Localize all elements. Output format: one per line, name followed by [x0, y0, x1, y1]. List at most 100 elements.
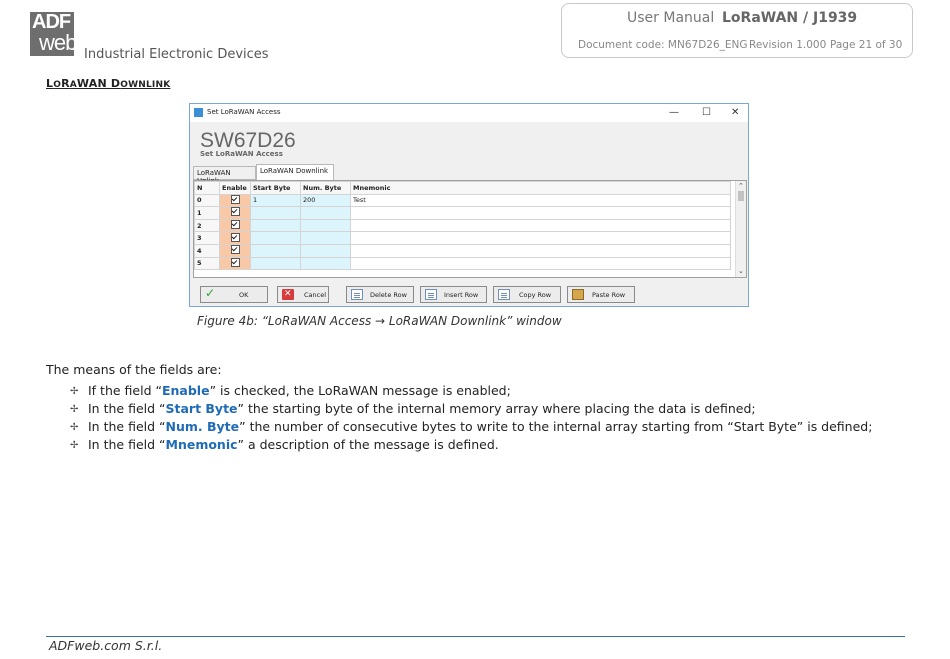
mnemonic-cell[interactable]: [350, 206, 731, 220]
scroll-down-icon[interactable]: ⌄: [738, 267, 744, 275]
bullet-icon: ✢: [70, 404, 79, 415]
app-subtitle: Set LoRaWAN Access: [200, 150, 283, 158]
mnemonic-cell[interactable]: [350, 256, 731, 271]
enable-checkbox[interactable]: [230, 207, 240, 217]
delete-row-label: Delete Row: [370, 291, 407, 299]
row-number: 2: [194, 218, 220, 233]
enable-cell[interactable]: [219, 218, 251, 233]
intro-text: The means of the fields are:: [46, 362, 222, 377]
scroll-thumb[interactable]: [738, 191, 744, 201]
start-byte-cell[interactable]: [250, 231, 301, 245]
table-row: 5: [194, 256, 731, 271]
mnemonic-cell[interactable]: [350, 231, 731, 245]
mnemonic-cell[interactable]: [350, 218, 731, 233]
bullet-icon: ✢: [70, 440, 79, 451]
mnemonic-cell[interactable]: [350, 243, 731, 258]
table-header-row: N Enable Start Byte Num. Byte Mnemonic: [194, 181, 731, 195]
close-icon[interactable]: ✕: [731, 107, 739, 118]
cancel-button-label: Cancel: [304, 291, 327, 299]
tab-lorawan-uplink[interactable]: LoRaWAN Uplink: [193, 166, 256, 185]
column-header-enable: Enable: [219, 181, 251, 195]
enable-cell[interactable]: [219, 193, 251, 208]
enable-checkbox[interactable]: [230, 258, 240, 267]
bullet-icon: ✢: [70, 386, 79, 397]
footer-divider: [46, 636, 905, 637]
copy-row-button[interactable]: Copy Row: [493, 286, 561, 303]
maximize-icon[interactable]: ☐: [702, 107, 711, 118]
num-byte-cell[interactable]: [300, 243, 351, 258]
list-item: ✢ In the field “Mnemonic” a description o…: [70, 437, 499, 452]
footer-company: ADFweb.com S.r.l.: [49, 638, 163, 653]
field-name: Start Byte: [165, 401, 238, 416]
checkmark-icon: [205, 286, 217, 300]
enable-checkbox[interactable]: [230, 245, 240, 255]
insert-row-button[interactable]: Insert Row: [420, 286, 487, 303]
field-name: Enable: [161, 383, 210, 398]
paste-row-label: Paste Row: [592, 291, 626, 299]
minimize-icon[interactable]: —: [669, 107, 679, 118]
field-descriptions-list: ✢ If the field “Enable” is checked, the L…: [46, 383, 872, 455]
manual-label: User Manual: [627, 10, 715, 26]
table-row: 3: [194, 231, 731, 245]
row-number: 3: [194, 231, 220, 245]
scroll-up-icon[interactable]: ⌃: [738, 182, 744, 190]
downlink-grid: N Enable Start Byte Num. Byte Mnemonic 0…: [193, 180, 747, 278]
row-number: 4: [194, 243, 220, 258]
column-header-n: N: [194, 181, 220, 195]
table-row: 2: [194, 218, 731, 233]
enable-cell[interactable]: [219, 243, 251, 258]
start-byte-cell[interactable]: 1: [250, 193, 301, 208]
delete-row-button[interactable]: Delete Row: [346, 286, 414, 303]
row-number: 0: [194, 193, 220, 208]
downlink-table: N Enable Start Byte Num. Byte Mnemonic 0…: [194, 181, 731, 271]
paste-row-button[interactable]: Paste Row: [567, 286, 635, 303]
table-row: 0 1 200 Test: [194, 193, 731, 208]
copy-row-icon: [498, 289, 510, 300]
start-byte-cell[interactable]: [250, 243, 301, 258]
enable-checkbox[interactable]: [230, 220, 240, 230]
bullet-icon: ✢: [70, 422, 79, 433]
field-name: Mnemonic: [165, 437, 238, 452]
enable-checkbox[interactable]: [230, 232, 240, 242]
insert-row-label: Insert Row: [444, 291, 479, 299]
section-title: LORAWAN DOWNLINK: [46, 77, 171, 90]
row-number: 1: [194, 206, 220, 220]
mnemonic-cell[interactable]: Test: [350, 193, 731, 208]
insert-row-icon: [425, 289, 437, 300]
enable-cell[interactable]: [219, 231, 251, 245]
product-name: LoRaWAN / J1939: [722, 10, 858, 26]
list-item: ✢ In the field “Num. Byte” the number of …: [70, 419, 873, 434]
figure-caption: Figure 4b: “LoRaWAN Access → LoRaWAN Dow…: [197, 314, 562, 328]
start-byte-cell[interactable]: [250, 206, 301, 220]
num-byte-cell[interactable]: [300, 206, 351, 220]
logo-text-bottom: web: [39, 30, 77, 55]
column-header-mnemonic: Mnemonic: [350, 181, 731, 195]
adfweb-logo: ADF web: [30, 11, 77, 56]
cancel-button[interactable]: Cancel: [277, 286, 329, 303]
num-byte-cell[interactable]: [300, 231, 351, 245]
app-icon: [194, 108, 203, 117]
enable-checkbox[interactable]: [230, 195, 240, 204]
list-item: ✢ If the field “Enable” is checked, the L…: [70, 383, 511, 398]
start-byte-cell[interactable]: [250, 256, 301, 271]
window-titlebar: Set LoRaWAN Access — ☐ ✕: [190, 104, 748, 122]
enable-cell[interactable]: [219, 206, 251, 220]
ok-button[interactable]: OK: [200, 286, 268, 303]
window-title: Set LoRaWAN Access: [207, 108, 281, 116]
row-number: 5: [194, 256, 220, 271]
enable-cell[interactable]: [219, 256, 251, 271]
document-header-box: User Manual LoRaWAN / J1939 Document cod…: [561, 3, 913, 58]
vertical-scrollbar[interactable]: ⌃ ⌄: [735, 181, 746, 277]
num-byte-cell[interactable]: 200: [300, 193, 351, 208]
column-header-start-byte: Start Byte: [250, 181, 301, 195]
table-row: 1: [194, 206, 731, 220]
tab-lorawan-downlink[interactable]: LoRaWAN Downlink: [256, 164, 334, 180]
start-byte-cell[interactable]: [250, 218, 301, 233]
document-code: Document code: MN67D26_ENG: [578, 39, 748, 51]
num-byte-cell[interactable]: [300, 218, 351, 233]
num-byte-cell[interactable]: [300, 256, 351, 271]
copy-row-label: Copy Row: [519, 291, 552, 299]
table-row: 4: [194, 243, 731, 258]
clipboard-icon: [572, 289, 584, 300]
list-item: ✢ In the field “Start Byte” the starting …: [70, 401, 756, 416]
